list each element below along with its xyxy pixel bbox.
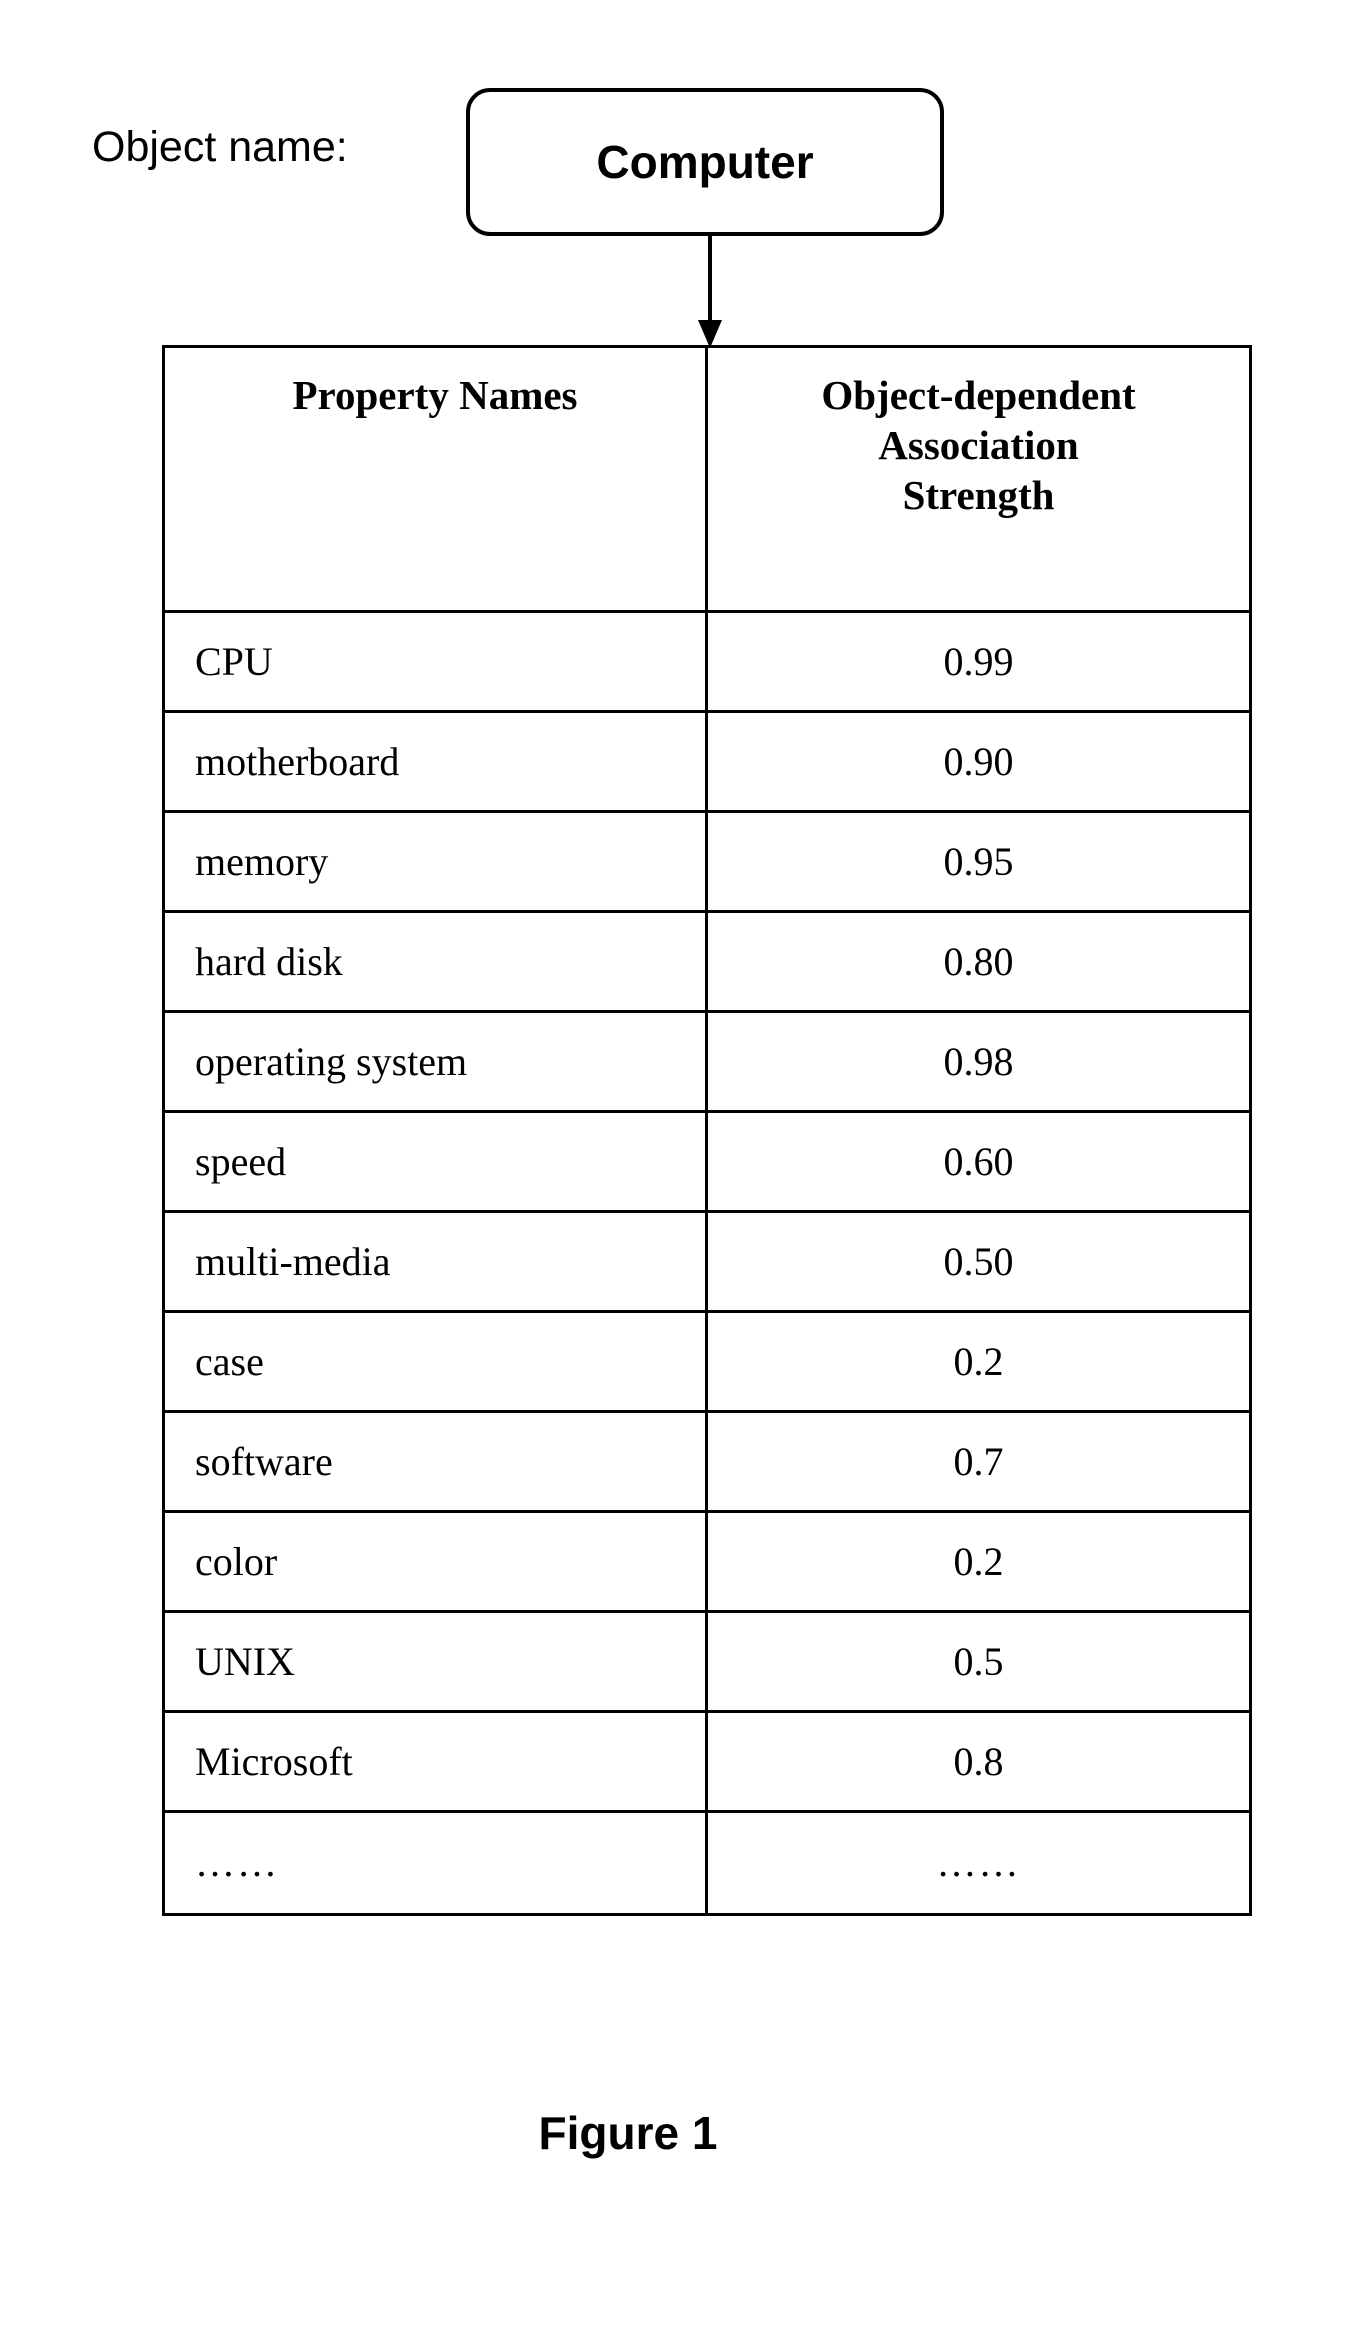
- cell-association-strength: 0.95: [705, 810, 1252, 913]
- cell-property-name: CPU: [162, 610, 708, 713]
- cell-property-name: software: [162, 1410, 708, 1513]
- table-row: CPU 0.99: [162, 610, 1252, 713]
- table-body: CPU 0.99 motherboard 0.90 memory 0.95 hard dis…: [162, 610, 1252, 1916]
- column-header-property-names: Property Names: [162, 345, 708, 613]
- table-row: …………: [162, 1810, 1252, 1916]
- object-name-value: Computer: [596, 136, 814, 188]
- cell-property-name: hard disk: [162, 910, 708, 1013]
- cell-association-strength: 0.2: [705, 1310, 1252, 1413]
- header-line-1: Object-dependent: [821, 372, 1136, 418]
- header-stack: Object-dependent Association Strength: [708, 370, 1249, 520]
- cell-association-strength: 0.7: [705, 1410, 1252, 1513]
- table-row: hard disk 0.80: [162, 910, 1252, 1013]
- figure-caption-text: Figure 1: [538, 2107, 718, 2159]
- table-row: speed 0.60: [162, 1110, 1252, 1213]
- cell-association-strength: 0.5: [705, 1610, 1252, 1713]
- cell-association-strength: ……: [705, 1810, 1252, 1916]
- header-line-2: Association: [878, 422, 1079, 469]
- cell-property-name: memory: [162, 810, 708, 913]
- cell-association-strength: 0.8: [705, 1710, 1252, 1813]
- cell-association-strength: 0.98: [705, 1010, 1252, 1113]
- figure-caption: Figure 1: [0, 2110, 1372, 2156]
- cell-property-name: ……: [162, 1810, 708, 1916]
- table-row: color 0.2: [162, 1510, 1252, 1613]
- cell-property-name: motherboard: [162, 710, 708, 813]
- cell-association-strength: 0.80: [705, 910, 1252, 1013]
- table-row: multi-media 0.50: [162, 1210, 1252, 1313]
- column-header-association-strength: Object-dependent Association Strength: [705, 345, 1252, 613]
- cell-property-name: operating system: [162, 1010, 708, 1113]
- cell-association-strength: 0.90: [705, 710, 1252, 813]
- cell-association-strength: 0.2: [705, 1510, 1252, 1613]
- cell-property-name: multi-media: [162, 1210, 708, 1313]
- cell-association-strength: 0.50: [705, 1210, 1252, 1313]
- table-row: UNIX 0.5: [162, 1610, 1252, 1713]
- table-row: operating system 0.98: [162, 1010, 1252, 1113]
- cell-property-name: speed: [162, 1110, 708, 1213]
- table-row: memory 0.95: [162, 810, 1252, 913]
- cell-property-name: case: [162, 1310, 708, 1413]
- table-row: motherboard 0.90: [162, 710, 1252, 813]
- cell-association-strength: 0.60: [705, 1110, 1252, 1213]
- table-row: software 0.7: [162, 1410, 1252, 1513]
- table-row: case 0.2: [162, 1310, 1252, 1413]
- table-row: Microsoft 0.8: [162, 1710, 1252, 1813]
- header-line-3: Strength: [902, 472, 1055, 519]
- table-header-row: Property Names Object-dependent Associat…: [162, 345, 1252, 613]
- cell-property-name: UNIX: [162, 1610, 708, 1713]
- down-arrow-icon: [698, 236, 722, 348]
- cell-association-strength: 0.99: [705, 610, 1252, 713]
- object-name-label: Object name:: [92, 123, 348, 171]
- cell-property-name: Microsoft: [162, 1710, 708, 1813]
- object-name-box[interactable]: Computer: [466, 88, 944, 236]
- property-strength-table: Property Names Object-dependent Associat…: [162, 345, 1252, 1916]
- cell-property-name: color: [162, 1510, 708, 1613]
